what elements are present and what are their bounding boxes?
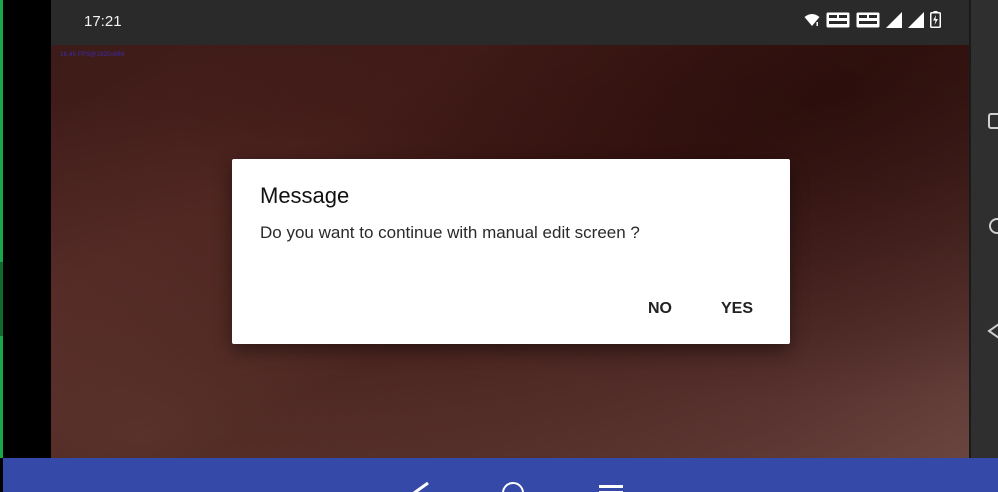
- status-time: 17:21: [84, 13, 122, 30]
- triangle-icon[interactable]: [987, 322, 998, 340]
- signal-icon: [908, 11, 924, 33]
- circle-icon[interactable]: [987, 217, 998, 235]
- signal-icon: [886, 11, 902, 33]
- side-panel-divider: [969, 0, 971, 458]
- wifi-icon: [804, 13, 820, 32]
- home-icon[interactable]: [501, 480, 525, 492]
- no-button[interactable]: NO: [648, 300, 672, 318]
- menu-icon[interactable]: [599, 480, 623, 492]
- status-icons: [804, 11, 941, 33]
- emulator-window: 17:21 18.45 FPS@1920x984 Message Do you …: [0, 0, 998, 492]
- message-dialog: Message Do you want to continue with man…: [232, 159, 790, 344]
- battery-icon: [930, 11, 941, 33]
- volte-wifi-icon: [826, 12, 850, 33]
- device-bezel-left: [3, 0, 54, 458]
- status-bar: 17:21: [51, 0, 969, 45]
- back-icon[interactable]: [408, 480, 430, 492]
- fps-overlay-text: 18.45 FPS@1920x984: [60, 52, 125, 58]
- dialog-title: Message: [260, 183, 350, 208]
- yes-button[interactable]: YES: [721, 300, 753, 318]
- dialog-message: Do you want to continue with manual edit…: [260, 223, 640, 242]
- host-navigation-bar: [3, 458, 998, 492]
- square-icon[interactable]: [987, 112, 998, 130]
- emulator-side-panel: [969, 0, 998, 458]
- volte-lte-icon: [856, 12, 880, 33]
